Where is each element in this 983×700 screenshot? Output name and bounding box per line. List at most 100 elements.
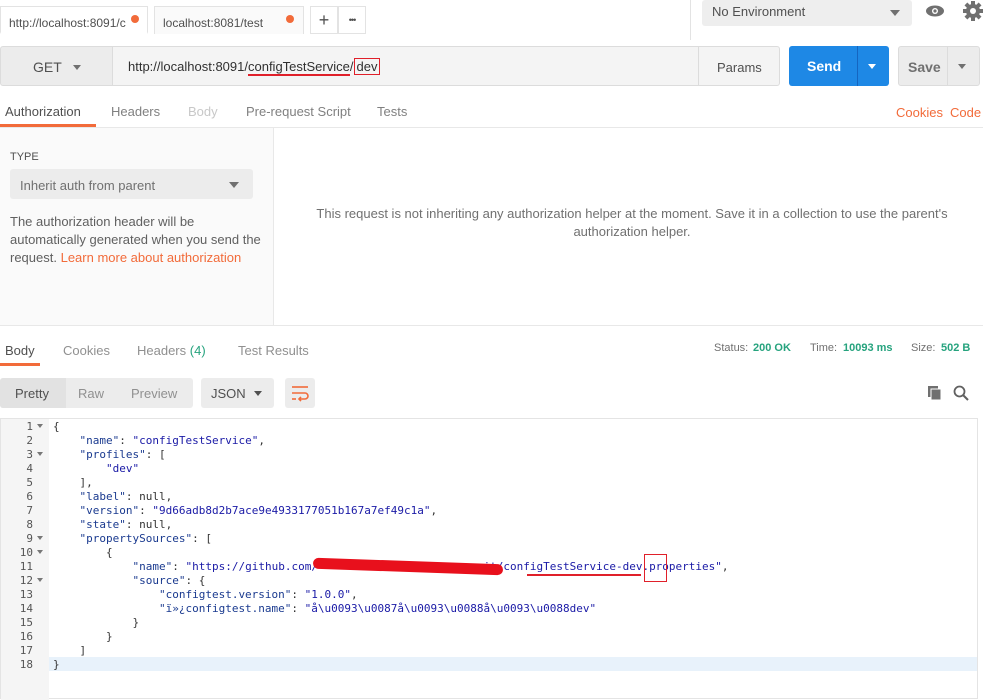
- auth-type-select[interactable]: Inherit auth from parent: [10, 169, 253, 199]
- url-prefix: http://localhost:8091/: [128, 59, 248, 74]
- settings-button[interactable]: [960, 0, 983, 24]
- line-number-text: 10: [19, 546, 33, 559]
- fold-toggle-icon[interactable]: [37, 536, 43, 540]
- tab-response-headers[interactable]: Headers (4): [137, 343, 206, 358]
- line-number-text: 2: [26, 434, 33, 447]
- fold-toggle-icon[interactable]: [37, 452, 43, 456]
- eye-icon: [926, 5, 944, 17]
- format-value: JSON: [211, 386, 246, 401]
- method-label: GET: [33, 59, 62, 75]
- save-button[interactable]: Save: [898, 46, 980, 86]
- code-line: "ï»¿configtest.name": "å\u0093\u0087å\u0…: [158, 602, 597, 615]
- tab-response-headers-label: Headers: [137, 343, 187, 358]
- code-line: "name": "configTestService",: [79, 434, 265, 447]
- code-line: "state": null,: [79, 518, 173, 531]
- code-link[interactable]: Code: [950, 105, 981, 120]
- fold-toggle-icon[interactable]: [37, 578, 43, 582]
- request-tab[interactable]: http://localhost:8091/c: [0, 6, 148, 34]
- chevron-down-icon[interactable]: [958, 64, 966, 69]
- code-line: "dev": [105, 462, 140, 475]
- code-line: {: [53, 546, 113, 559]
- request-tab[interactable]: localhost:8081/test: [154, 6, 304, 34]
- code-line: "propertySources": [: [79, 532, 212, 545]
- line-number-text: 13: [19, 588, 33, 601]
- line-number-text: 1: [26, 420, 33, 433]
- line-number-text: 8: [26, 518, 33, 531]
- send-button[interactable]: Send: [789, 46, 889, 86]
- code-line: ],: [53, 476, 93, 489]
- url-slash: /: [349, 59, 354, 74]
- request-tab-label: localhost:8081/test: [163, 16, 264, 30]
- response-body-editor[interactable]: 1 2 3 4 5 6 7 8 9 10 11 12 13 14 15 16 17 18 { "name": "c…: [0, 418, 978, 700]
- divider: [0, 325, 983, 326]
- preview-button[interactable]: Preview: [131, 386, 177, 401]
- chevron-down-icon: [254, 391, 262, 396]
- chevron-down-icon[interactable]: [868, 64, 876, 69]
- search-button[interactable]: [952, 384, 970, 402]
- code-line: "version": "9d66adb8d2b7ace9e4933177051b…: [79, 504, 438, 517]
- line-number-gutter: 1 2 3 4 5 6 7 8 9 10 11 12 13 14 15 16 17 18: [1, 419, 49, 700]
- fold-toggle-icon[interactable]: [37, 550, 43, 554]
- copy-button[interactable]: [926, 384, 944, 402]
- code-line: "profiles": [: [79, 448, 166, 461]
- annotation-underline: [527, 574, 641, 576]
- status-label: Status:: [714, 342, 749, 354]
- line-number-text: 11: [19, 560, 33, 573]
- copy-icon: [928, 386, 942, 401]
- tab-headers[interactable]: Headers: [111, 104, 160, 119]
- size-label: Size:: [911, 342, 936, 354]
- tab-tests[interactable]: Tests: [377, 104, 407, 119]
- code-line: "source": {: [132, 574, 206, 587]
- format-select[interactable]: JSON: [201, 378, 274, 408]
- current-line-highlight: [49, 657, 977, 671]
- line-number-text: 3: [26, 448, 33, 461]
- tab-bar: http://localhost:8091/c localhost:8081/t…: [0, 0, 983, 40]
- auth-type-value: Inherit auth from parent: [20, 178, 156, 193]
- tab-authorization[interactable]: Authorization: [5, 104, 81, 119]
- wrap-lines-button[interactable]: [285, 378, 315, 408]
- pretty-button[interactable]: Pretty: [15, 386, 49, 401]
- search-icon: [953, 385, 969, 401]
- line-number-text: 9: [26, 532, 33, 545]
- environment-select[interactable]: No Environment: [702, 0, 912, 26]
- raw-button[interactable]: Raw: [78, 386, 104, 401]
- send-label: Send: [807, 58, 842, 74]
- line-number-text: 6: [26, 490, 33, 503]
- annotation-box: [644, 554, 667, 582]
- environment-quick-look-button[interactable]: [920, 0, 950, 24]
- line-number-text: 17: [19, 644, 33, 657]
- tab-body[interactable]: Body: [188, 104, 218, 119]
- headers-count-badge: (4): [189, 343, 206, 358]
- code-line: }: [53, 630, 113, 643]
- method-select[interactable]: GET: [0, 46, 113, 86]
- environment-label: No Environment: [712, 4, 806, 19]
- cookies-link[interactable]: Cookies: [896, 105, 943, 120]
- tab-response-body[interactable]: Body: [5, 343, 35, 358]
- tab-test-results[interactable]: Test Results: [238, 343, 309, 358]
- tab-pre-request-script[interactable]: Pre-request Script: [246, 104, 351, 119]
- auth-description: The authorization header will be automat…: [10, 213, 265, 267]
- fold-toggle-icon[interactable]: [37, 424, 43, 428]
- code-line: "label": null,: [79, 490, 173, 503]
- tab-response-cookies[interactable]: Cookies: [63, 343, 110, 358]
- code-line: }: [53, 658, 60, 671]
- line-number-text: 15: [19, 616, 33, 629]
- more-tabs-button[interactable]: •••: [338, 6, 366, 34]
- time-label: Time:: [810, 342, 838, 354]
- code-line: ]: [53, 644, 87, 657]
- unsaved-dot-icon: [131, 15, 139, 23]
- divider: [857, 46, 858, 86]
- url-input[interactable]: http://localhost:8091/configTestService/…: [113, 46, 698, 86]
- time-value: 10093 ms: [843, 342, 893, 354]
- line-number-text: 14: [19, 602, 33, 615]
- params-button[interactable]: Params: [698, 46, 780, 86]
- line-number-text: 7: [26, 504, 33, 517]
- add-tab-button[interactable]: +: [310, 6, 338, 34]
- line-number-text: 5: [26, 476, 33, 489]
- unsaved-dot-icon: [286, 15, 294, 23]
- divider: [690, 0, 691, 40]
- learn-more-link[interactable]: Learn more about authorization: [61, 250, 242, 265]
- code-line: "configtest.version": "1.0.0",: [158, 588, 358, 601]
- wrap-lines-icon: [292, 386, 309, 402]
- line-number-text: 18: [19, 658, 33, 671]
